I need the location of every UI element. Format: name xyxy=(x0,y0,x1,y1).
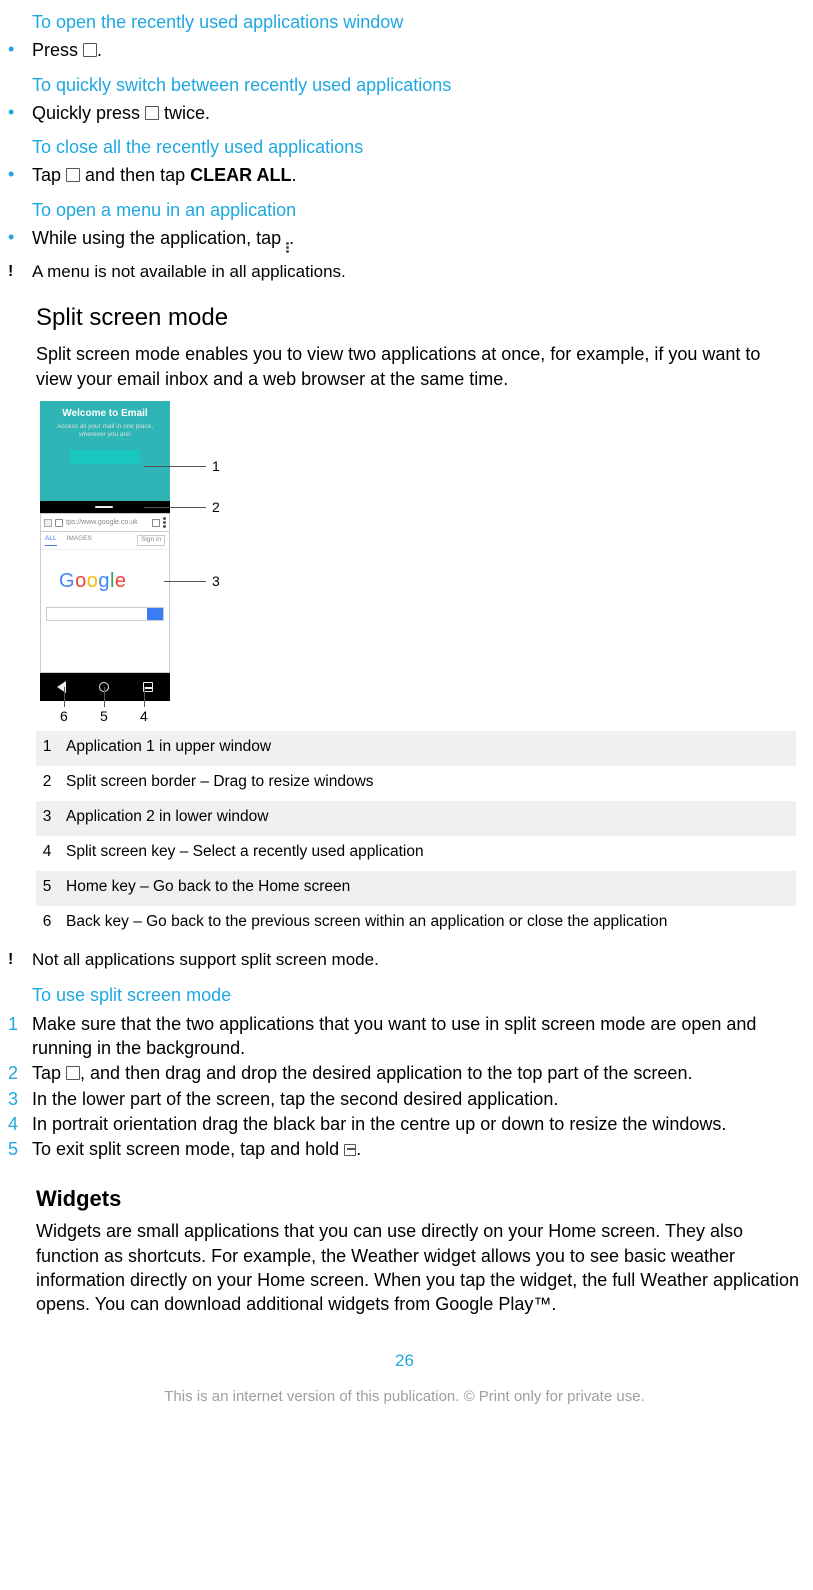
recent-apps-icon xyxy=(145,106,159,120)
step-number: 2 xyxy=(8,1061,32,1085)
instruction-text: Quickly press twice. xyxy=(32,101,801,125)
section-heading: Widgets xyxy=(36,1184,801,1214)
split-screen-key-icon xyxy=(344,1144,356,1156)
tab-all: ALL xyxy=(45,535,57,546)
home-small-icon xyxy=(44,519,52,527)
search-bar xyxy=(46,607,164,621)
nav-bar xyxy=(40,673,170,701)
overflow-menu-icon xyxy=(163,517,166,528)
numbered-step: 4 In portrait orientation drag the black… xyxy=(8,1112,801,1136)
callout-label: 2 xyxy=(212,498,220,517)
lock-icon xyxy=(55,519,63,527)
numbered-step: 1 Make sure that the two applications th… xyxy=(8,1012,801,1061)
tabs-count-icon xyxy=(152,519,160,527)
topic-heading: To open the recently used applications w… xyxy=(32,10,801,34)
note-row: ! A menu is not available in all applica… xyxy=(8,261,801,284)
tab-images: IMAGES xyxy=(67,535,92,546)
step-text: Make sure that the two applications that… xyxy=(32,1012,801,1061)
note-text: Not all applications support split scree… xyxy=(32,949,801,972)
section-heading: Split screen mode xyxy=(36,302,801,334)
recent-apps-icon xyxy=(83,43,97,57)
numbered-step: 2 Tap , and then drag and drop the desir… xyxy=(8,1061,801,1085)
legend-row: 5Home key – Go back to the Home screen xyxy=(36,871,796,906)
google-logo: Google xyxy=(41,550,169,607)
legend-row: 1Application 1 in upper window xyxy=(36,731,796,766)
email-welcome-subtitle: Access all your mail in one place, where… xyxy=(40,423,170,441)
note-row: ! Not all applications support split scr… xyxy=(8,949,801,972)
callout-label: 4 xyxy=(140,707,148,726)
url-text: tps://www.google.co.uk xyxy=(66,518,149,527)
clear-all-label: CLEAR ALL xyxy=(190,165,291,185)
recent-apps-icon xyxy=(66,168,80,182)
numbered-step: 3 In the lower part of the screen, tap t… xyxy=(8,1087,801,1111)
step-number: 3 xyxy=(8,1087,32,1111)
note-icon: ! xyxy=(8,949,32,971)
legend-row: 4Split screen key – Select a recently us… xyxy=(36,836,796,871)
legend-row: 2Split screen border – Drag to resize wi… xyxy=(36,766,796,801)
email-welcome-title: Welcome to Email xyxy=(40,401,170,423)
instruction-text: While using the application, tap . xyxy=(32,226,801,253)
step-text: In the lower part of the screen, tap the… xyxy=(32,1087,801,1111)
bullet-icon: • xyxy=(8,101,32,124)
bullet-icon: • xyxy=(8,226,32,249)
instruction-row: • While using the application, tap . xyxy=(8,226,801,253)
note-icon: ! xyxy=(8,261,32,283)
numbered-step: 5 To exit split screen mode, tap and hol… xyxy=(8,1137,801,1161)
legend-row: 6Back key – Go back to the previous scre… xyxy=(36,906,796,941)
callout-label: 3 xyxy=(212,572,220,591)
topic-heading: To close all the recently used applicati… xyxy=(32,135,801,159)
legend-table: 1Application 1 in upper window 2Split sc… xyxy=(36,731,796,941)
callout-label: 1 xyxy=(212,457,220,476)
page-number: 26 xyxy=(8,1350,801,1373)
page-footer: This is an internet version of this publ… xyxy=(8,1387,801,1407)
step-text: To exit split screen mode, tap and hold … xyxy=(32,1137,801,1161)
legend-row: 3Application 2 in lower window xyxy=(36,801,796,836)
step-number: 4 xyxy=(8,1112,32,1136)
bullet-icon: • xyxy=(8,163,32,186)
section-paragraph: Widgets are small applications that you … xyxy=(36,1219,801,1316)
step-number: 1 xyxy=(8,1012,32,1036)
step-text: Tap , and then drag and drop the desired… xyxy=(32,1061,801,1085)
instruction-row: • Press . xyxy=(8,38,801,62)
topic-heading: To use split screen mode xyxy=(32,983,801,1007)
section-paragraph: Split screen mode enables you to view tw… xyxy=(36,342,801,391)
bullet-icon: • xyxy=(8,38,32,61)
instruction-row: • Tap and then tap CLEAR ALL. xyxy=(8,163,801,187)
diagram-app1: Welcome to Email Access all your mail in… xyxy=(40,401,170,501)
step-text: In portrait orientation drag the black b… xyxy=(32,1112,801,1136)
callout-label: 5 xyxy=(100,707,108,726)
get-started-button xyxy=(70,450,140,464)
topic-heading: To quickly switch between recently used … xyxy=(32,73,801,97)
instruction-row: • Quickly press twice. xyxy=(8,101,801,125)
split-screen-diagram: Welcome to Email Access all your mail in… xyxy=(36,401,246,721)
instruction-text: Tap and then tap CLEAR ALL. xyxy=(32,163,801,187)
callout-label: 6 xyxy=(60,707,68,726)
step-number: 5 xyxy=(8,1137,32,1161)
topic-heading: To open a menu in an application xyxy=(32,198,801,222)
instruction-text: Press . xyxy=(32,38,801,62)
diagram-app2: tps://www.google.co.uk ALL IMAGES Sign i… xyxy=(40,513,170,673)
sign-in-label: Sign in xyxy=(137,535,165,546)
note-text: A menu is not available in all applicati… xyxy=(32,261,801,284)
recent-apps-icon xyxy=(66,1066,80,1080)
